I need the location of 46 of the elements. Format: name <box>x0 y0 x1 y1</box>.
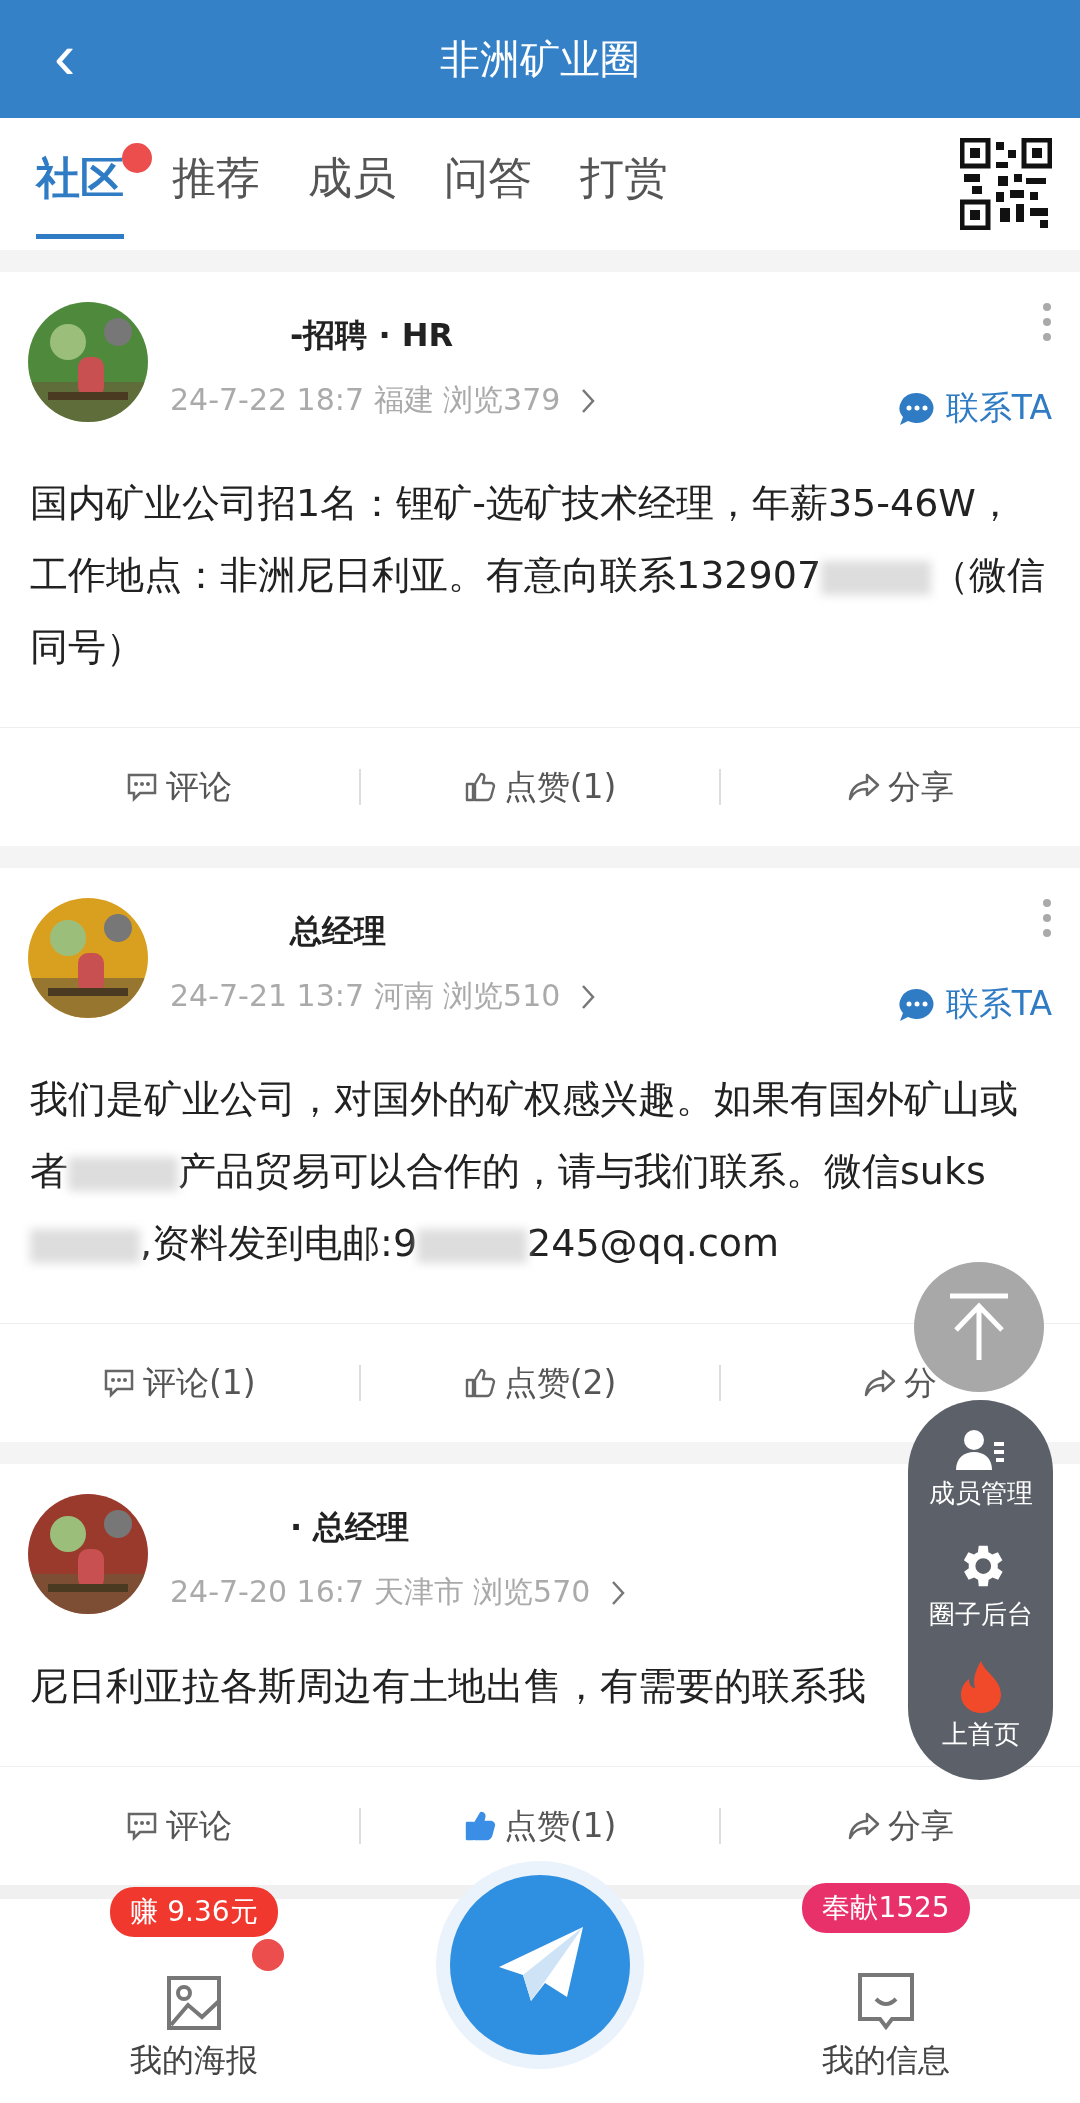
share-icon <box>847 773 880 801</box>
like-button[interactable]: 点赞(1) <box>360 756 720 818</box>
share-button[interactable]: 分 <box>721 1352 1080 1414</box>
share-button[interactable]: 分享 <box>721 1795 1080 1857</box>
tab[interactable]: 打赏 <box>580 129 668 239</box>
side-menu-item[interactable]: 成员管理 <box>928 1427 1033 1511</box>
person-list-icon <box>955 1427 1006 1472</box>
author-name: -招聘 · HR <box>289 315 455 356</box>
share-button[interactable]: 分享 <box>721 756 1080 818</box>
comment-icon <box>126 772 159 802</box>
tab[interactable]: 成员 <box>308 129 396 239</box>
page-title: 非洲矿业圈 <box>440 34 640 84</box>
contact-button[interactable]: 联系TA <box>897 386 1052 431</box>
author-name: 总经理 <box>288 911 387 952</box>
message-icon <box>856 1971 916 2031</box>
comment-button[interactable]: 评论 <box>0 756 359 818</box>
like-button[interactable]: 点赞(1) <box>360 1795 720 1857</box>
tab[interactable]: 推荐 <box>172 129 260 239</box>
flame-icon <box>958 1659 1003 1714</box>
post-text: 我们是矿业公司，对国外的矿权感兴趣。如果有国外矿山或者 产品贸易可以合作的，请与我们联系。微信suks ,资料发到电邮:9 245@qq.com <box>30 1076 1019 1267</box>
post-text: 尼日利亚拉各斯周边有土地出售，有需要的联系我 <box>30 1663 866 1710</box>
chat-icon <box>897 390 936 427</box>
post-meta: 24-7-21 13:7 河南 浏览510 <box>170 977 561 1015</box>
contact-button[interactable]: 联系TA <box>897 982 1052 1027</box>
like-button[interactable]: 点赞(2) <box>360 1352 720 1414</box>
qr-code-icon[interactable] <box>960 138 1052 230</box>
tab[interactable]: 问答 <box>444 129 532 239</box>
author-name: · 总经理 <box>289 1507 411 1548</box>
image-icon <box>166 1975 222 2031</box>
contribution-badge: 奉献1525 <box>802 1883 970 1933</box>
comment-button[interactable]: 评论 <box>0 1795 359 1857</box>
post-text: 国内矿业公司招1名：锂矿-选矿技术经理，年薪35-46W，工作地点：非洲尼日利亚。有意向联系132907 （微信同号） <box>30 480 1047 671</box>
post-meta: 24-7-22 18:7 福建 浏览379 <box>170 381 561 419</box>
chat-icon <box>897 986 936 1023</box>
share-icon <box>847 1812 880 1840</box>
comment-icon <box>102 1368 135 1398</box>
more-icon[interactable] <box>1042 302 1052 342</box>
earnings-badge: 赚 9.36元 <box>110 1887 278 1937</box>
side-menu-item[interactable]: 上首页 <box>941 1659 1020 1753</box>
more-icon[interactable] <box>1042 898 1052 938</box>
side-menu-item[interactable]: 圈子后台 <box>928 1538 1033 1632</box>
comment-icon <box>126 1811 159 1841</box>
share-icon <box>864 1369 897 1397</box>
back-button[interactable]: ‹ <box>44 26 86 86</box>
post-meta: 24-7-20 16:7 天津市 浏览570 <box>170 1573 591 1611</box>
comment-button[interactable]: 评论(1) <box>0 1352 359 1414</box>
